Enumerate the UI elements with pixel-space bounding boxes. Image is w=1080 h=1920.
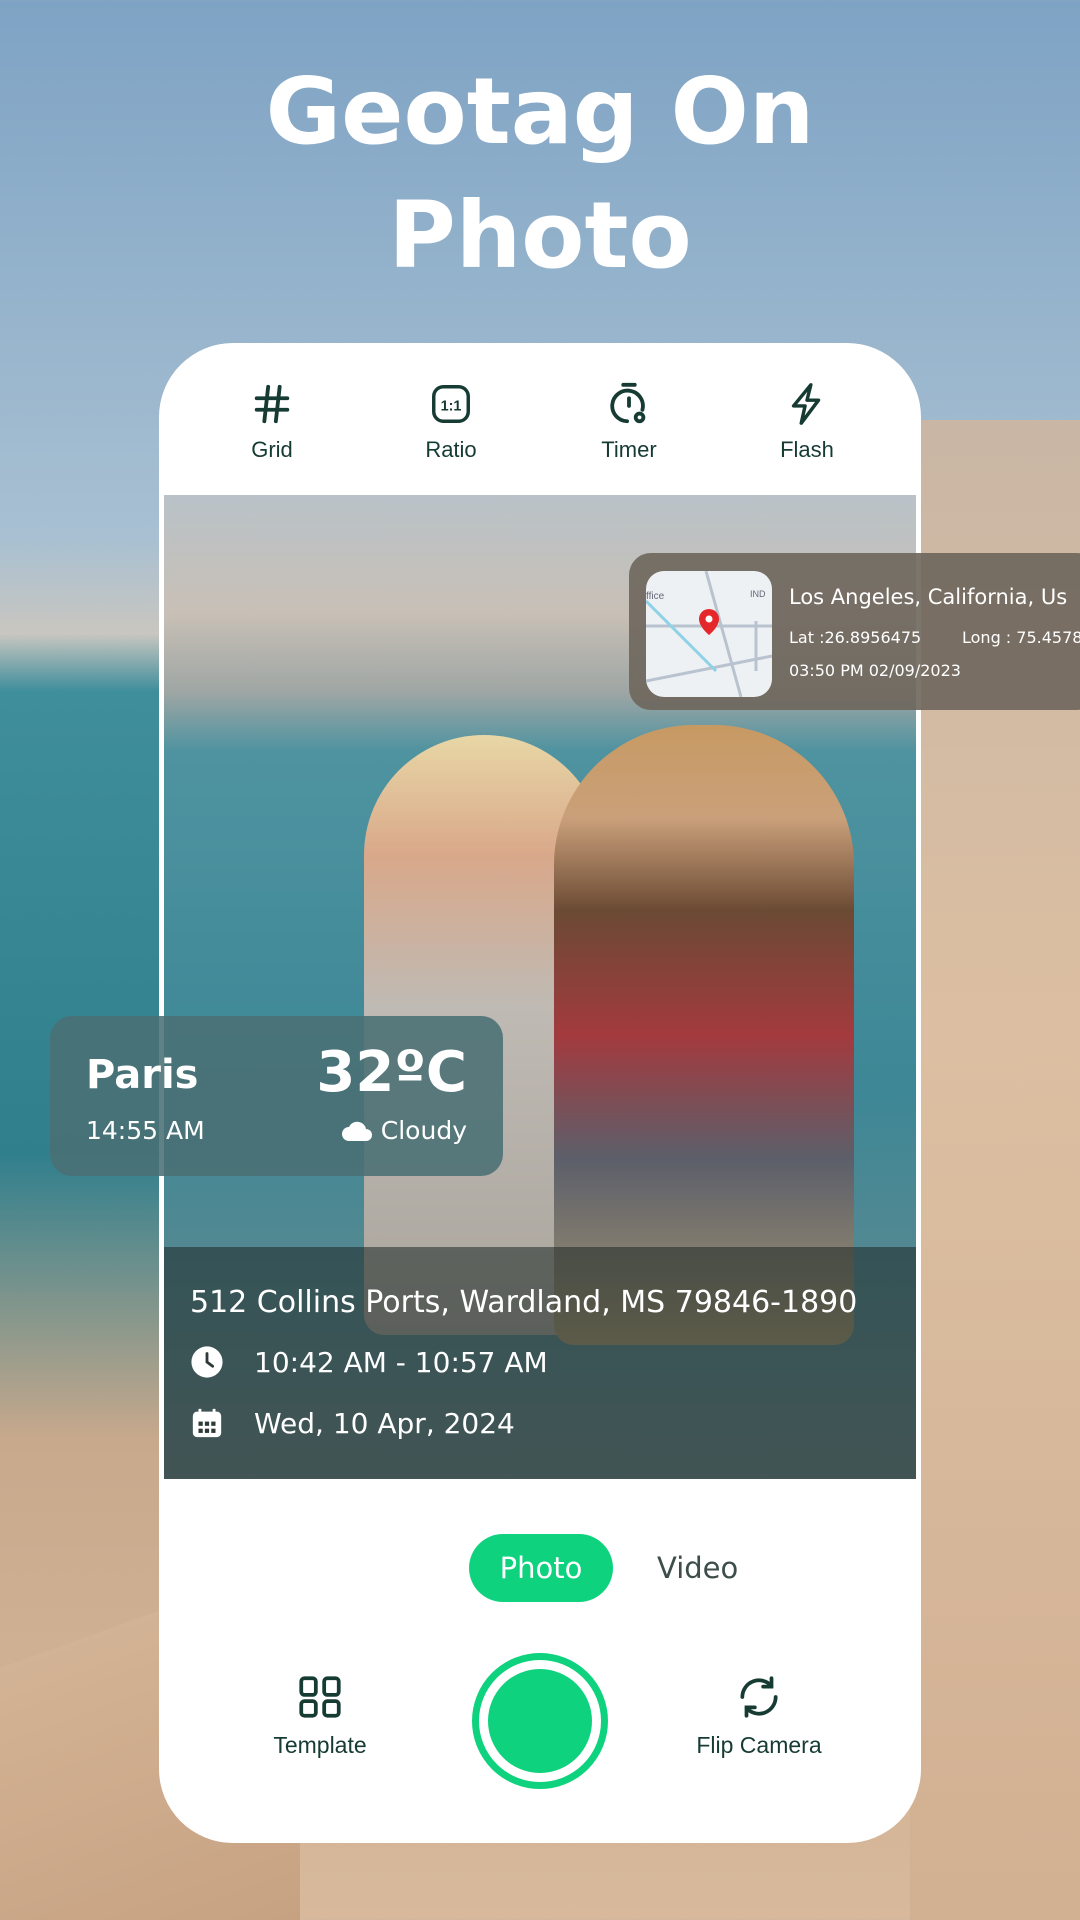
- ratio-button[interactable]: 1:1 Ratio: [381, 381, 521, 463]
- mode-switcher: Photo Video: [469, 1534, 738, 1602]
- headline-line2: Photo: [388, 182, 692, 289]
- location-card: ffice IND Los Angeles, California, Us La…: [629, 553, 1080, 710]
- flash-icon: [791, 383, 821, 425]
- flash-label: Flash: [780, 437, 834, 462]
- flip-camera-button[interactable]: Flip Camera: [659, 1672, 859, 1759]
- weather-city: Paris: [86, 1052, 199, 1098]
- headline-line1: Geotag On: [265, 58, 815, 165]
- flip-camera-label: Flip Camera: [696, 1732, 822, 1758]
- weather-card: Paris 14:55 AM 32ºC Cloudy: [50, 1016, 503, 1176]
- grid-hash-icon: [254, 384, 290, 424]
- shutter-inner: [488, 1669, 592, 1773]
- condition-text: Cloudy: [380, 1116, 467, 1145]
- location-place: Los Angeles, California, Us: [789, 585, 1068, 609]
- timer-button[interactable]: Timer: [559, 381, 699, 463]
- time-range: 10:42 AM - 10:57 AM: [254, 1345, 548, 1379]
- flash-button[interactable]: Flash: [737, 381, 877, 463]
- weather-condition: Cloudy: [341, 1116, 467, 1145]
- flip-camera-icon: [740, 1676, 778, 1718]
- clock-icon: [191, 1346, 223, 1378]
- template-button[interactable]: Template: [220, 1672, 420, 1759]
- timer-label: Timer: [601, 437, 657, 462]
- location-datetime: 03:50 PM 02/09/2023: [789, 661, 961, 680]
- latitude: Lat :26.8956475: [789, 628, 922, 647]
- template-label: Template: [273, 1732, 367, 1758]
- svg-text:IND: IND: [750, 589, 766, 599]
- address-overlay: 512 Collins Ports, Wardland, MS 79846-18…: [164, 1247, 916, 1479]
- cloud-icon: [341, 1121, 372, 1141]
- template-icon: [299, 1676, 341, 1718]
- grid-label: Grid: [251, 437, 293, 462]
- timer-icon: [610, 382, 646, 424]
- time-row: 10:42 AM - 10:57 AM: [190, 1345, 548, 1379]
- map-thumbnail: ffice IND: [646, 571, 772, 697]
- photo-mode-tab[interactable]: Photo: [469, 1534, 613, 1602]
- longitude: Long : 75.4578: [962, 628, 1080, 647]
- date-row: Wed, 10 Apr, 2024: [190, 1405, 515, 1441]
- shutter-button[interactable]: [472, 1653, 608, 1789]
- address-text: 512 Collins Ports, Wardland, MS 79846-18…: [190, 1285, 858, 1320]
- weather-temperature: 32ºC: [316, 1040, 467, 1105]
- svg-text:1:1: 1:1: [441, 399, 462, 415]
- grid-button[interactable]: Grid: [202, 381, 342, 463]
- date-text: Wed, 10 Apr, 2024: [254, 1406, 515, 1440]
- calendar-icon: [192, 1408, 222, 1438]
- ratio-label: Ratio: [425, 437, 477, 462]
- svg-text:ffice: ffice: [646, 591, 665, 602]
- ratio-icon: 1:1: [432, 385, 470, 423]
- video-mode-tab[interactable]: Video: [657, 1551, 738, 1585]
- weather-time: 14:55 AM: [86, 1116, 205, 1145]
